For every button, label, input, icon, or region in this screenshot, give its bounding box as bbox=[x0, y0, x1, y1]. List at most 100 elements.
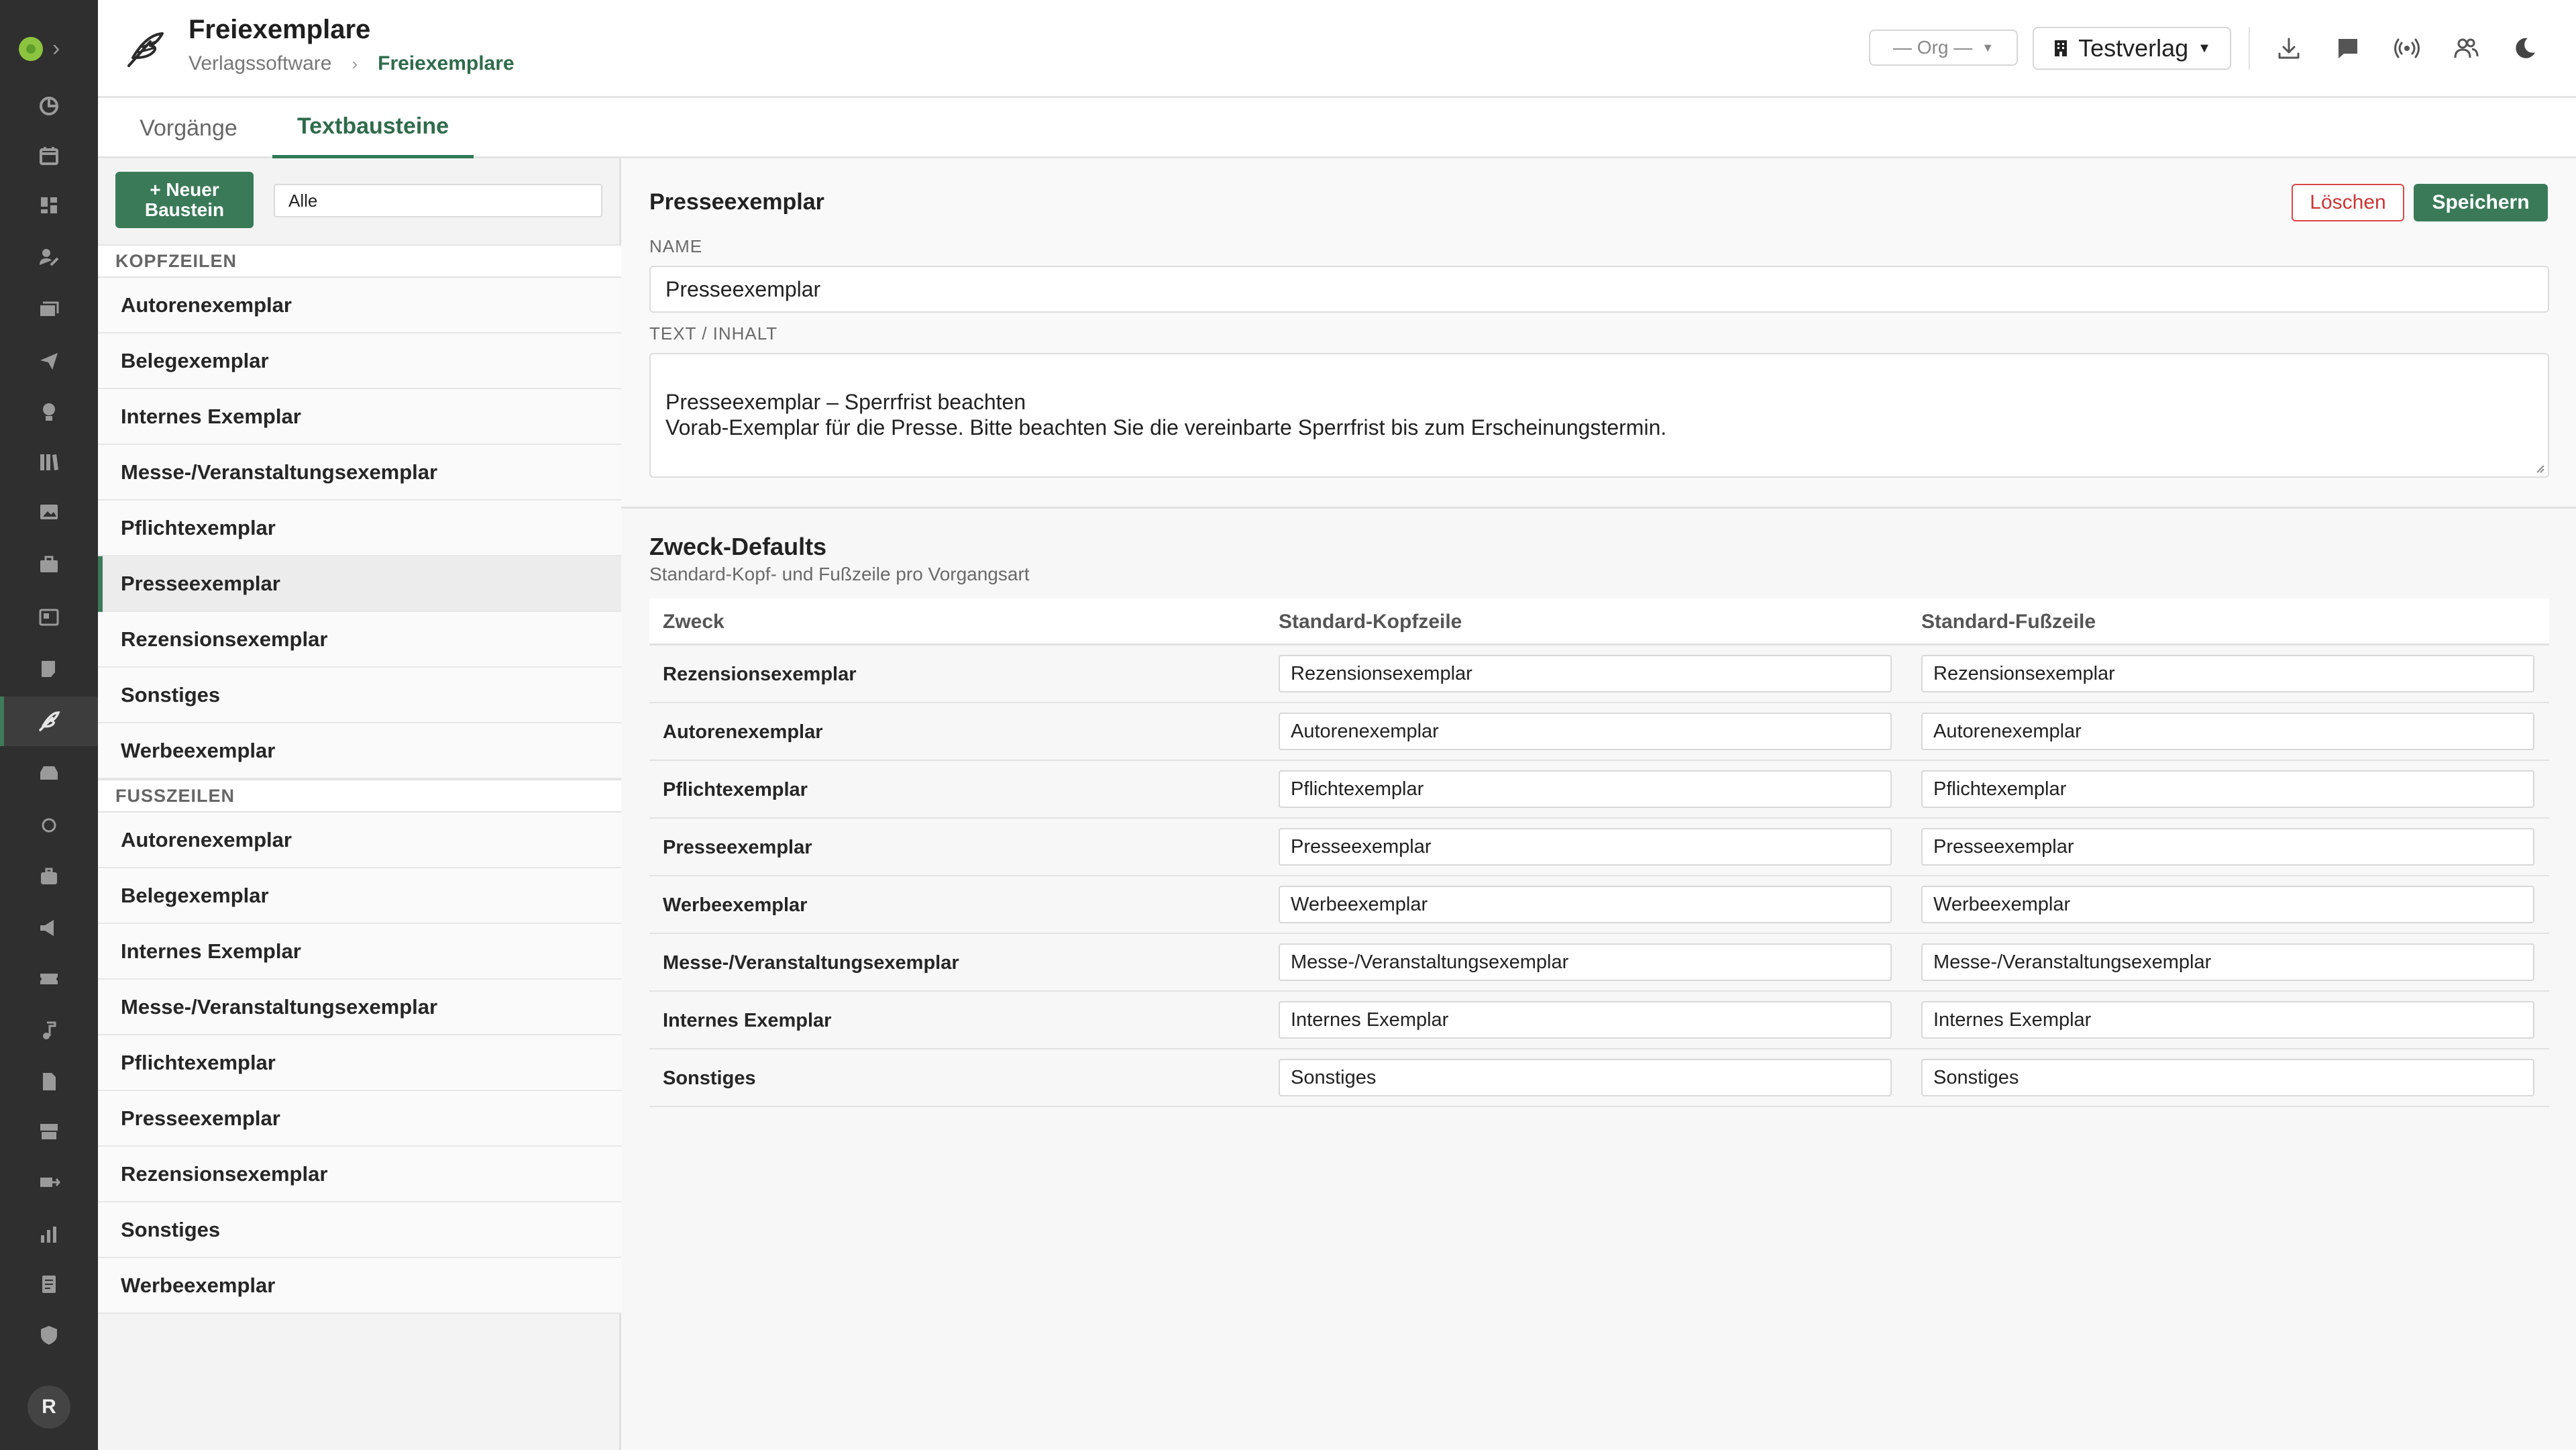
inbox-icon bbox=[40, 766, 58, 780]
save-button[interactable]: Speichern bbox=[2414, 184, 2548, 221]
new-baustein-button[interactable]: + Neuer Baustein bbox=[115, 172, 254, 228]
list-item[interactable]: Pflichtexemplar bbox=[98, 1035, 621, 1091]
fusszeile-select[interactable]: Sonstiges bbox=[1921, 1059, 2534, 1096]
fusszeile-select[interactable]: Autorenexemplar bbox=[1921, 713, 2534, 750]
caret-down-icon: ▼ bbox=[2198, 40, 2211, 56]
list-item[interactable]: Belegexemplar bbox=[98, 333, 621, 389]
list-item[interactable]: Messe-/Veranstaltungsexemplar bbox=[98, 445, 621, 501]
section-subtitle: Standard-Kopf- und Fußzeile pro Vorgangs… bbox=[649, 564, 1030, 584]
user-avatar[interactable]: R bbox=[28, 1386, 70, 1429]
sidebar-item-contact-card[interactable] bbox=[0, 592, 98, 642]
list-item[interactable]: Presseexemplar bbox=[98, 1091, 621, 1147]
document-icon bbox=[42, 1276, 56, 1293]
list-item[interactable]: Presseexemplar bbox=[98, 556, 621, 612]
resize-handle-icon[interactable] bbox=[2533, 462, 2545, 474]
user-edit-icon bbox=[40, 249, 59, 266]
list-item[interactable]: Internes Exemplar bbox=[98, 924, 621, 980]
broadcast-icon[interactable] bbox=[2391, 32, 2423, 64]
kopfzeile-select[interactable]: Pflichtexemplar bbox=[1279, 770, 1892, 808]
sidebar-item-paper-plane[interactable] bbox=[0, 336, 98, 386]
sidebar-item-shield[interactable] bbox=[0, 1310, 98, 1360]
list-item[interactable]: Autorenexemplar bbox=[98, 278, 621, 333]
kopfzeile-select[interactable]: Messe-/Veranstaltungsexemplar bbox=[1279, 943, 1892, 981]
zweck-label: Sonstiges bbox=[663, 1067, 756, 1089]
list-item[interactable]: Belegexemplar bbox=[98, 868, 621, 924]
circle-icon bbox=[42, 818, 56, 833]
filter-select[interactable]: Alle bbox=[274, 184, 602, 217]
sidebar-item-dashboard[interactable] bbox=[0, 180, 98, 230]
expand-sidebar-icon[interactable]: › bbox=[52, 35, 60, 62]
sidebar-item-library[interactable] bbox=[0, 437, 98, 487]
kopfzeile-select[interactable]: Presseexemplar bbox=[1279, 828, 1892, 866]
breadcrumb-root[interactable]: Verlagssoftware bbox=[189, 52, 331, 75]
sidebar-item-shipping[interactable] bbox=[0, 1159, 98, 1208]
briefcase-icon bbox=[40, 556, 58, 572]
textbaustein-list-pane: + Neuer Baustein Alle KOPFZEILEN Autorene… bbox=[98, 158, 621, 1450]
sidebar-item-megaphone[interactable] bbox=[0, 903, 98, 953]
list-item[interactable]: Sonstiges bbox=[98, 668, 621, 723]
feather-icon bbox=[39, 711, 60, 731]
sidebar-item-store[interactable] bbox=[0, 1106, 98, 1156]
list-item[interactable]: Werbeexemplar bbox=[98, 723, 621, 779]
fusszeile-select[interactable]: Internes Exemplar bbox=[1921, 1001, 2534, 1039]
moon-icon[interactable] bbox=[2509, 32, 2541, 64]
list-item[interactable]: Werbeexemplar bbox=[98, 1258, 621, 1314]
editor-title: Presseexemplar bbox=[649, 189, 824, 215]
sidebar-item-briefcase[interactable] bbox=[0, 539, 98, 589]
list-group-header: KOPFZEILEN bbox=[98, 244, 621, 278]
chat-icon[interactable] bbox=[2332, 32, 2364, 64]
fusszeile-select[interactable]: Werbeexemplar bbox=[1921, 886, 2534, 923]
column-header-kopfzeile: Standard-Kopfzeile bbox=[1279, 611, 1462, 633]
list-item[interactable]: Autorenexemplar bbox=[98, 813, 621, 868]
tab-vorgaenge[interactable]: Vorgänge bbox=[125, 98, 252, 158]
list-item[interactable]: Sonstiges bbox=[98, 1202, 621, 1258]
fusszeile-select[interactable]: Pflichtexemplar bbox=[1921, 770, 2534, 808]
column-header-zweck: Zweck bbox=[663, 611, 724, 633]
app-logo[interactable] bbox=[19, 37, 43, 61]
name-field[interactable]: Presseexemplar bbox=[649, 266, 2549, 313]
delete-button[interactable]: Löschen bbox=[2292, 184, 2404, 221]
kopfzeile-select[interactable]: Internes Exemplar bbox=[1279, 1001, 1892, 1039]
sidebar-item-mail-stack[interactable] bbox=[0, 285, 98, 335]
sidebar-item-ticket[interactable] bbox=[0, 954, 98, 1004]
breadcrumb-separator: › bbox=[352, 53, 358, 74]
sidebar-item-calendar[interactable] bbox=[0, 131, 98, 180]
sidebar-item-suitcase[interactable] bbox=[0, 851, 98, 901]
verlag-select[interactable]: Testverlag ▼ bbox=[2033, 27, 2231, 70]
sidebar-item-circle[interactable] bbox=[0, 800, 98, 850]
org-select[interactable]: — Org — ▼ bbox=[1869, 30, 2018, 66]
sidebar-item-image[interactable] bbox=[0, 487, 98, 537]
mail-stack-icon bbox=[40, 301, 59, 316]
list-item[interactable]: Internes Exemplar bbox=[98, 389, 621, 445]
text-content-field[interactable]: Presseexemplar – Sperrfrist beachten Vor… bbox=[649, 353, 2549, 478]
feather-icon bbox=[127, 32, 164, 67]
tab-textbausteine[interactable]: Textbausteine bbox=[272, 98, 474, 158]
name-label: NAME bbox=[649, 236, 703, 256]
sidebar-item-bar-chart[interactable] bbox=[0, 1210, 98, 1259]
fusszeile-select[interactable]: Rezensionsexemplar bbox=[1921, 655, 2534, 692]
sidebar-item-inbox[interactable] bbox=[0, 748, 98, 798]
sidebar-item-document[interactable] bbox=[0, 1259, 98, 1309]
list-item[interactable]: Messe-/Veranstaltungsexemplar bbox=[98, 980, 621, 1035]
kopfzeile-select[interactable]: Sonstiges bbox=[1279, 1059, 1892, 1096]
sidebar-item-file[interactable] bbox=[0, 1057, 98, 1106]
list-item[interactable]: Pflichtexemplar bbox=[98, 501, 621, 556]
sidebar-item-music-note[interactable] bbox=[0, 1006, 98, 1055]
sidebar-item-feather[interactable] bbox=[0, 696, 98, 746]
sidebar-item-user-edit[interactable] bbox=[0, 232, 98, 282]
kopfzeile-select[interactable]: Autorenexemplar bbox=[1279, 713, 1892, 750]
calendar-icon bbox=[40, 147, 58, 165]
list-item[interactable]: Rezensionsexemplar bbox=[98, 612, 621, 668]
fusszeile-select[interactable]: Messe-/Veranstaltungsexemplar bbox=[1921, 943, 2534, 981]
download-icon[interactable] bbox=[2273, 32, 2305, 64]
tab-bar: Vorgänge Textbausteine bbox=[98, 98, 2576, 158]
kopfzeile-select[interactable]: Rezensionsexemplar bbox=[1279, 655, 1892, 692]
fusszeile-select[interactable]: Presseexemplar bbox=[1921, 828, 2534, 866]
users-icon[interactable] bbox=[2450, 32, 2482, 64]
sidebar-item-pie-chart[interactable] bbox=[0, 81, 98, 131]
sidebar-item-lightbulb[interactable] bbox=[0, 387, 98, 437]
list-item[interactable]: Rezensionsexemplar bbox=[98, 1147, 621, 1202]
kopfzeile-select[interactable]: Werbeexemplar bbox=[1279, 886, 1892, 923]
zweck-label: Internes Exemplar bbox=[663, 1009, 832, 1031]
sidebar-item-cart[interactable] bbox=[0, 644, 98, 694]
